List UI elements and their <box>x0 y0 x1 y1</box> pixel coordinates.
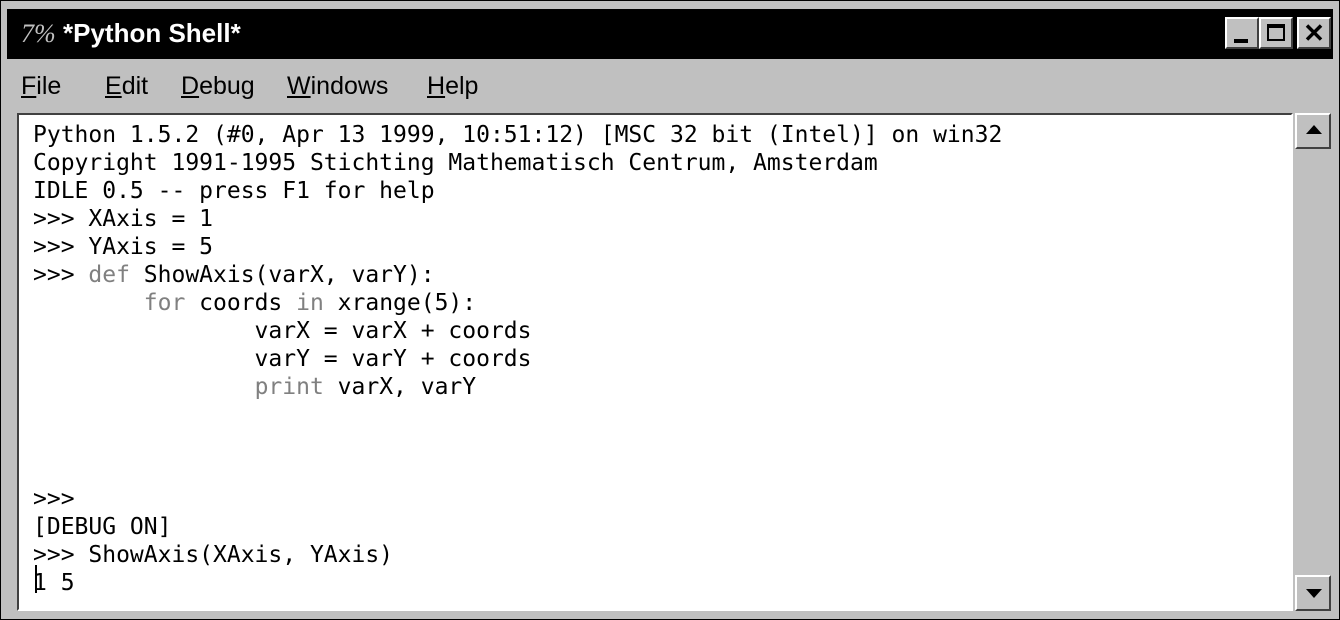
shell-line: Python 1.5.2 (#0, Apr 13 1999, 10:51:12)… <box>33 122 1003 148</box>
keyword: def <box>88 262 130 288</box>
menu-help[interactable]: Help <box>427 71 478 101</box>
menu-file-label: ile <box>36 72 62 100</box>
minimize-button[interactable] <box>1225 17 1259 49</box>
maximize-button[interactable] <box>1259 17 1293 49</box>
keyword: print <box>254 374 324 400</box>
shell-line: IDLE 0.5 -- press F1 for help <box>33 178 435 204</box>
shell-line: Copyright 1991-1995 Stichting Mathematis… <box>33 150 878 176</box>
menu-debug-label: ebug <box>199 72 255 100</box>
shell-line: >>> ShowAxis(XAxis, YAxis) <box>33 542 394 568</box>
prompt: >>> <box>33 262 89 288</box>
code-text: varX, varY <box>323 374 477 400</box>
code-text: ShowAxis(varX, varY): <box>129 262 435 288</box>
code-text: xrange(5): <box>323 290 477 316</box>
shell-output: Python 1.5.2 (#0, Apr 13 1999, 10:51:12)… <box>33 121 1002 597</box>
shell-line: varY = varY + coords <box>33 346 532 372</box>
menu-windows[interactable]: Windows <box>287 71 388 101</box>
shell-line: >>> <box>33 486 75 512</box>
minimize-icon <box>1234 39 1248 43</box>
menu-edit[interactable]: Edit <box>105 71 148 101</box>
idle-app-icon[interactable]: 7% <box>21 18 61 50</box>
shell-line: varX = varX + coords <box>33 318 532 344</box>
maximize-icon <box>1267 24 1285 41</box>
menu-file-mnemonic: F <box>21 72 37 100</box>
menu-windows-mnemonic: W <box>287 72 311 100</box>
python-shell-window: 7% *Python Shell* ✕ File Edit Debug Wind… <box>0 0 1340 620</box>
shell-line: for coords in xrange(5): <box>33 289 1002 317</box>
menu-edit-label: dit <box>121 72 149 100</box>
menu-file[interactable]: File <box>21 71 61 101</box>
shell-line: print varX, varY <box>33 373 1002 401</box>
keyword: for <box>143 290 186 316</box>
shell-line: [DEBUG ON] <box>33 514 172 540</box>
menu-edit-mnemonic: E <box>105 72 122 100</box>
scroll-up-button[interactable] <box>1295 113 1331 149</box>
menu-help-mnemonic: H <box>427 72 446 100</box>
menu-windows-label: indows <box>310 72 389 100</box>
menu-help-label: elp <box>445 72 479 100</box>
menu-bar: File Edit Debug Windows Help <box>7 63 1333 109</box>
scroll-down-button[interactable] <box>1295 575 1331 611</box>
close-icon: ✕ <box>1303 18 1325 48</box>
close-button[interactable]: ✕ <box>1297 17 1331 49</box>
arrow-down-icon <box>1306 589 1322 598</box>
text-cursor <box>35 565 37 593</box>
shell-line: >>> YAxis = 5 <box>33 234 214 260</box>
shell-line: >>> def ShowAxis(varX, varY): <box>33 261 1002 289</box>
vertical-scrollbar[interactable] <box>1295 113 1331 611</box>
menu-debug[interactable]: Debug <box>181 71 255 101</box>
shell-text-area[interactable]: Python 1.5.2 (#0, Apr 13 1999, 10:51:12)… <box>17 113 1293 611</box>
shell-line: >>> XAxis = 1 <box>33 206 214 232</box>
keyword: in <box>296 290 324 316</box>
scrollbar-track[interactable] <box>1295 149 1331 575</box>
menu-debug-mnemonic: D <box>181 72 200 100</box>
arrow-up-icon <box>1306 125 1322 134</box>
title-bar[interactable]: 7% *Python Shell* ✕ <box>7 9 1333 59</box>
code-text: coords <box>185 290 297 316</box>
shell-line: 1 5 <box>33 570 75 596</box>
window-title: *Python Shell* <box>63 18 241 48</box>
